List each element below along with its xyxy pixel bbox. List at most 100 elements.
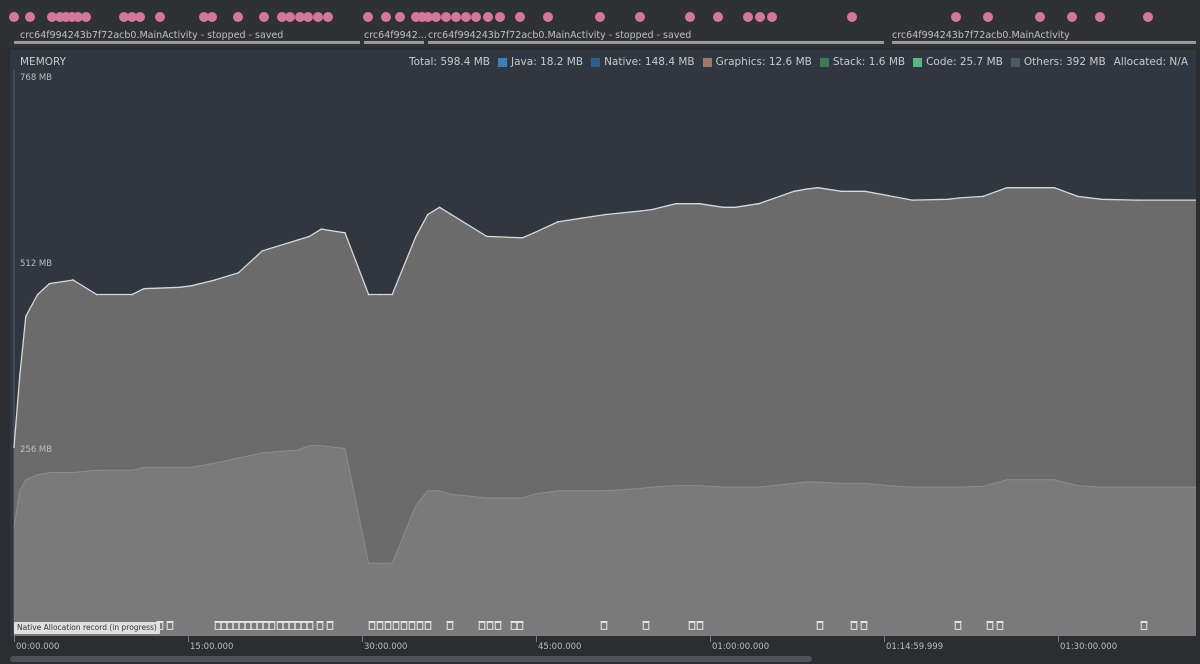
event-dot[interactable] [395, 12, 405, 22]
event-dot[interactable] [323, 12, 333, 22]
activity-bar[interactable] [428, 41, 884, 44]
event-dot[interactable] [135, 12, 145, 22]
event-dot[interactable] [313, 12, 323, 22]
event-dot[interactable] [25, 12, 35, 22]
x-tick-mark [884, 636, 885, 642]
event-dot[interactable] [381, 12, 391, 22]
legend-label: Total: 598.4 MB [408, 56, 491, 68]
event-dot[interactable] [713, 12, 723, 22]
activity-bar[interactable] [892, 41, 1196, 44]
event-dot[interactable] [495, 12, 505, 22]
event-dot[interactable] [233, 12, 243, 22]
total-data-point [816, 186, 819, 189]
trash-icon[interactable] [986, 620, 994, 630]
event-dot[interactable] [363, 12, 373, 22]
scrollbar-thumb[interactable] [10, 656, 812, 662]
event-dot[interactable] [451, 12, 461, 22]
trash-icon[interactable] [400, 620, 408, 630]
event-dot[interactable] [285, 12, 295, 22]
event-dot[interactable] [595, 12, 605, 22]
trash-icon[interactable] [368, 620, 376, 630]
trash-icon[interactable] [486, 620, 494, 630]
event-dot[interactable] [483, 12, 493, 22]
total-data-point [131, 293, 133, 296]
trash-icon[interactable] [424, 620, 432, 630]
trash-icon[interactable] [1140, 620, 1148, 630]
trash-icon[interactable] [376, 620, 384, 630]
total-data-point [48, 282, 51, 285]
event-dot[interactable] [635, 12, 645, 22]
event-dot[interactable] [755, 12, 765, 22]
event-dot[interactable] [543, 12, 553, 22]
trash-icon[interactable] [478, 620, 486, 630]
trash-icon[interactable] [600, 620, 608, 630]
event-dot[interactable] [951, 12, 961, 22]
total-data-point [533, 231, 535, 234]
total-data-point [1006, 186, 1008, 189]
event-dot[interactable] [259, 12, 269, 22]
trash-icon[interactable] [446, 620, 454, 630]
x-tick-mark [14, 636, 15, 642]
trash-icon[interactable] [954, 620, 962, 630]
total-data-point [391, 293, 394, 296]
event-dot[interactable] [431, 12, 441, 22]
total-data-point [426, 213, 429, 216]
trash-icon[interactable] [326, 620, 334, 630]
total-data-point [261, 250, 264, 252]
event-dot[interactable] [1067, 12, 1077, 22]
event-dot[interactable] [767, 12, 777, 22]
activity-label[interactable]: crc64f9942... [364, 30, 427, 41]
legend-others: Others: 392 MB [1010, 56, 1106, 68]
trash-icon[interactable] [408, 620, 416, 630]
event-dot[interactable] [515, 12, 525, 22]
trash-icon[interactable] [316, 620, 324, 630]
total-data-point [190, 284, 193, 287]
event-dot[interactable] [983, 12, 993, 22]
event-dot[interactable] [207, 12, 217, 22]
x-tick-label: 01:14:59.999 [886, 642, 944, 652]
trash-icon[interactable] [696, 620, 704, 630]
event-dot[interactable] [743, 12, 753, 22]
event-dot[interactable] [1035, 12, 1045, 22]
event-dot[interactable] [1095, 12, 1105, 22]
trash-icon[interactable] [306, 620, 314, 630]
activity-label[interactable]: crc64f994243b7f72acb0.MainActivity [892, 30, 1070, 41]
trash-icon[interactable] [268, 620, 276, 630]
trash-icon[interactable] [816, 620, 824, 630]
trash-icon[interactable] [642, 620, 650, 630]
activity-bar[interactable] [14, 41, 360, 44]
trash-icon[interactable] [392, 620, 400, 630]
trash-icon[interactable] [166, 620, 174, 630]
trash-icon[interactable] [516, 620, 524, 630]
trash-icon[interactable] [996, 620, 1004, 630]
legend-swatch [702, 57, 712, 67]
event-dot[interactable] [847, 12, 857, 22]
activity-label[interactable]: crc64f994243b7f72acb0.MainActivity - sto… [428, 30, 691, 41]
total-data-point [308, 235, 311, 238]
event-dot[interactable] [461, 12, 471, 22]
total-data-point [367, 293, 370, 296]
total-data-point [379, 293, 382, 296]
legend-allocated: Allocated: N/A [1114, 56, 1188, 68]
memory-chart-panel[interactable]: MEMORY Total: 598.4 MB Java: 18.2 MB Nat… [10, 50, 1196, 636]
trash-icon[interactable] [384, 620, 392, 630]
trash-icon[interactable] [688, 620, 696, 630]
event-dot[interactable] [155, 12, 165, 22]
event-dot[interactable] [471, 12, 481, 22]
event-dot[interactable] [441, 12, 451, 22]
event-dot[interactable] [81, 12, 91, 22]
memory-area-chart[interactable] [10, 50, 1196, 636]
event-dot[interactable] [1143, 12, 1153, 22]
activity-label[interactable]: crc64f994243b7f72acb0.MainActivity - sto… [20, 30, 283, 41]
legend-swatch [1010, 57, 1020, 67]
event-dot[interactable] [9, 12, 19, 22]
event-dot[interactable] [685, 12, 695, 22]
activity-bar[interactable] [364, 41, 424, 44]
trash-icon[interactable] [850, 620, 858, 630]
trash-icon[interactable] [860, 620, 868, 630]
trash-icon[interactable] [494, 620, 502, 630]
legend-label: Java: 18.2 MB [511, 56, 584, 68]
trash-icon[interactable] [416, 620, 424, 630]
total-data-point [840, 190, 843, 193]
event-dot[interactable] [303, 12, 313, 22]
